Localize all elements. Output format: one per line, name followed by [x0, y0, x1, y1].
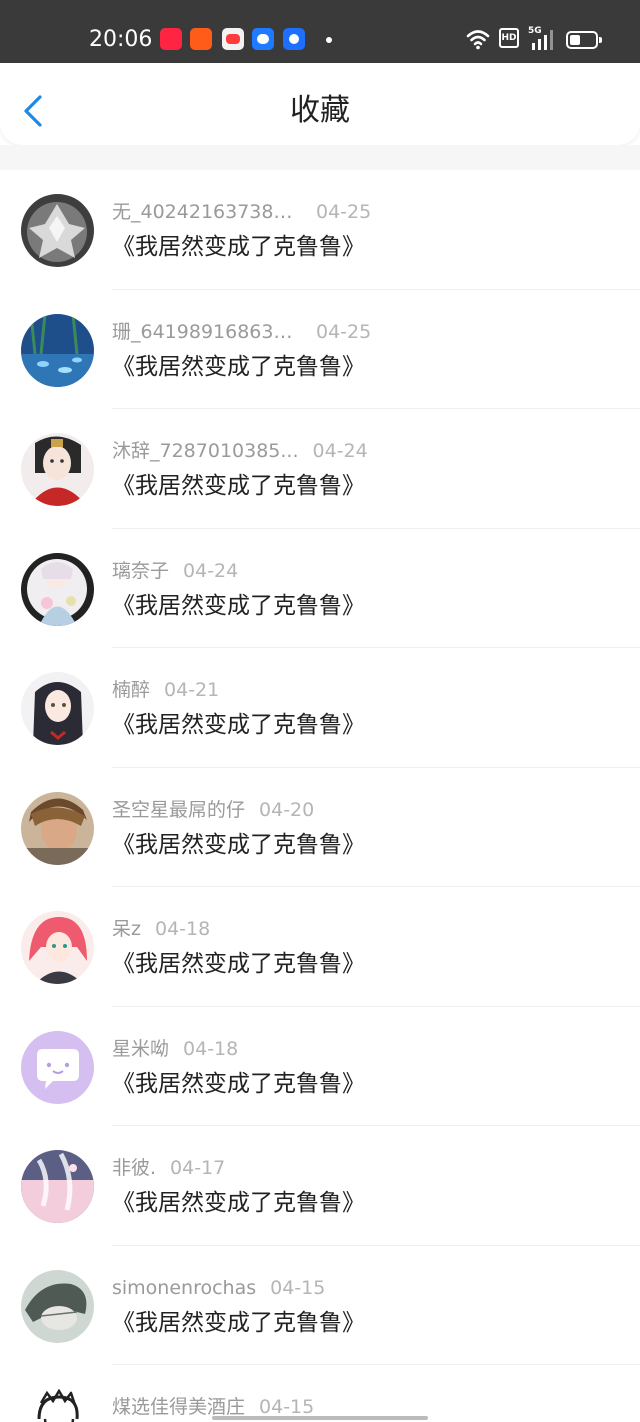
list-item[interactable]: 非彼. 04-17 《我居然变成了克鲁鲁》: [0, 1126, 640, 1246]
list-item[interactable]: 沐辞_7287010385... 04-24 《我居然变成了克鲁鲁》: [0, 409, 640, 529]
book-title: 《我居然变成了克鲁鲁》: [112, 1190, 365, 1216]
app-header: 收藏: [0, 63, 640, 145]
user-name: 圣空星最屌的仔: [112, 798, 246, 821]
book-title: 《我居然变成了克鲁鲁》: [112, 592, 365, 619]
battery-icon: [566, 31, 602, 49]
book-title: 《我居然变成了克鲁鲁》: [112, 951, 365, 977]
user-name: 楠醉: [112, 679, 151, 701]
avatar[interactable]: [21, 194, 94, 267]
date: 04-24: [183, 559, 239, 582]
date: 04-21: [164, 679, 220, 701]
xiaohongshu-icon: [160, 28, 182, 50]
date: 04-18: [154, 918, 211, 940]
date: 04-25: [316, 201, 372, 223]
book-title: 《我居然变成了克鲁鲁》: [112, 1070, 365, 1097]
chat-icon: [252, 28, 274, 50]
user-name: 非彼.: [112, 1157, 157, 1179]
book-title: 《我居然变成了克鲁鲁》: [112, 1309, 365, 1336]
avatar[interactable]: [21, 1150, 94, 1223]
date: 04-17: [170, 1157, 226, 1179]
list-item[interactable]: 煤选佳得美酒庄 04-15: [0, 1365, 640, 1422]
user-name: simonenrochas: [112, 1276, 257, 1299]
list-item[interactable]: 星米呦 04-18 《我居然变成了克鲁鲁》: [0, 1007, 640, 1127]
list-item[interactable]: 璃奈子 04-24 《我居然变成了克鲁鲁》: [0, 529, 640, 649]
user-name: 呆z: [112, 918, 141, 940]
avatar[interactable]: [21, 1030, 94, 1104]
date: 04-18: [183, 1037, 239, 1060]
avatar[interactable]: [21, 552, 94, 626]
date: 04-24: [312, 440, 368, 462]
list-item[interactable]: 圣空星最屌的仔 04-20 《我居然变成了克鲁鲁》: [0, 768, 640, 888]
date: 04-15: [270, 1276, 326, 1299]
book-title: 《我居然变成了克鲁鲁》: [112, 234, 365, 260]
list-item[interactable]: 楠醉 04-21 《我居然变成了克鲁鲁》: [0, 648, 640, 768]
status-bar: 20:06 HD 5G: [0, 0, 640, 63]
user-name: 星米呦: [112, 1037, 170, 1060]
list-item[interactable]: 无_402421637384... 04-25 《我居然变成了克鲁鲁》: [0, 170, 640, 290]
status-time: 20:06: [89, 27, 153, 52]
list-item[interactable]: 珊_641989168638... 04-25 《我居然变成了克鲁鲁》: [0, 290, 640, 410]
header-divider: [0, 145, 640, 170]
book-title: 《我居然变成了克鲁鲁》: [112, 831, 365, 858]
favorites-list: 无_402421637384... 04-25 《我居然变成了克鲁鲁》 珊_641…: [0, 170, 640, 1422]
signal-label: 5G: [528, 26, 542, 36]
hd-badge: HD: [499, 28, 519, 48]
avatar[interactable]: [21, 433, 94, 506]
app-orange-icon: [190, 28, 212, 50]
avatar[interactable]: [21, 911, 94, 984]
avatar[interactable]: [21, 791, 94, 865]
home-indicator[interactable]: [212, 1416, 428, 1420]
browser-icon: [283, 28, 305, 50]
date: 04-25: [316, 320, 372, 343]
book-title: 《我居然变成了克鲁鲁》: [112, 473, 365, 499]
more-notifications-dot: [326, 37, 332, 43]
date: 04-20: [259, 798, 315, 821]
list-item[interactable]: 呆z 04-18 《我居然变成了克鲁鲁》: [0, 887, 640, 1007]
date: 04-15: [259, 1396, 315, 1418]
wifi-icon: [466, 30, 490, 50]
book-title: 《我居然变成了克鲁鲁》: [112, 712, 365, 738]
avatar[interactable]: [21, 672, 94, 745]
avatar[interactable]: [21, 1269, 94, 1343]
avatar[interactable]: [21, 1389, 94, 1422]
list-item[interactable]: simonenrochas 04-15 《我居然变成了克鲁鲁》: [0, 1246, 640, 1366]
user-name: 珊_641989168638...: [112, 320, 302, 343]
page-title: 收藏: [290, 93, 350, 128]
book-title: 《我居然变成了克鲁鲁》: [112, 353, 365, 380]
game-icon: [222, 28, 244, 50]
avatar[interactable]: [21, 313, 94, 387]
user-name: 璃奈子: [112, 559, 170, 582]
user-name: 沐辞_7287010385...: [112, 440, 299, 462]
user-name: 无_402421637384...: [112, 201, 302, 223]
signal-icon: 5G: [528, 26, 554, 50]
